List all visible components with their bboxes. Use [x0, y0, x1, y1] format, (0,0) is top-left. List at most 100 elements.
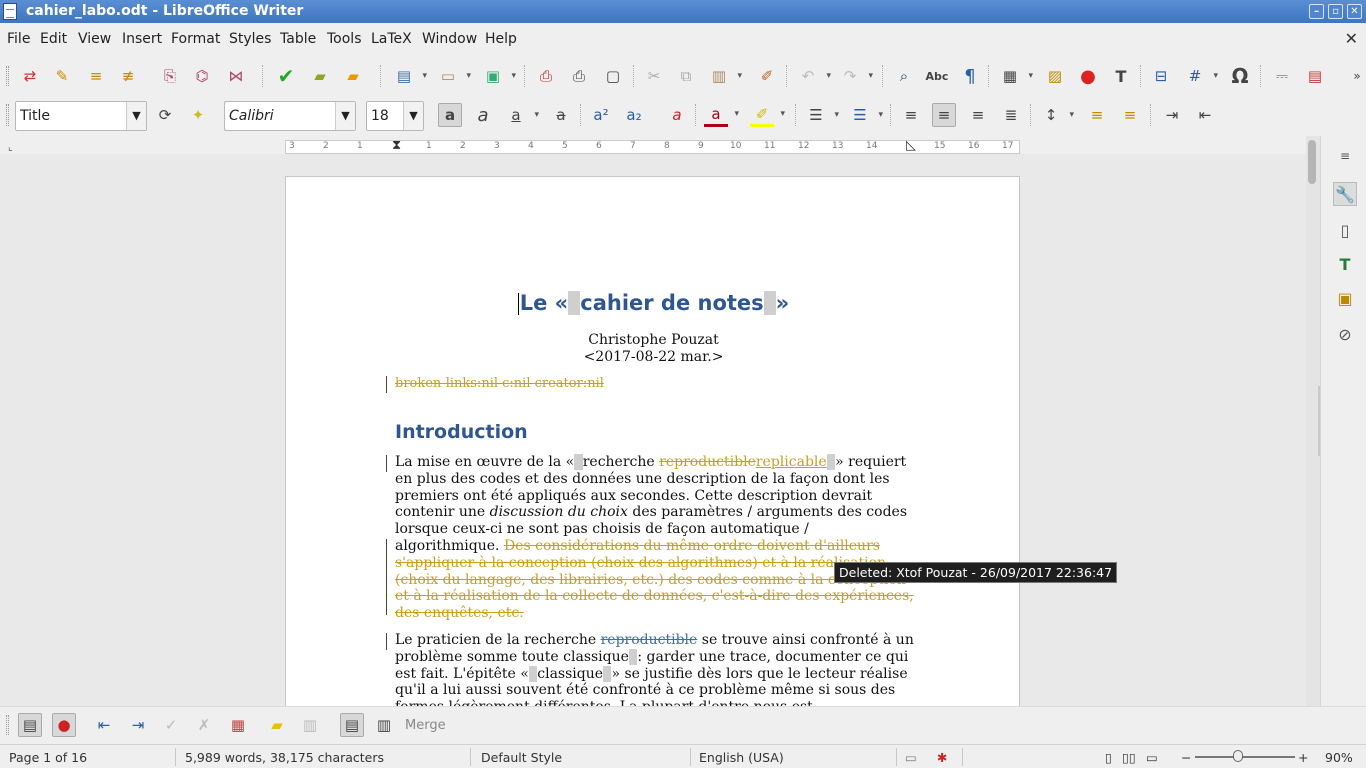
menu-table[interactable]: Table [280, 31, 316, 47]
font-name-combo[interactable]: Calibri ▼ [224, 101, 356, 131]
open-folder-icon[interactable]: ▭ [436, 64, 471, 88]
font-color-icon[interactable]: a [704, 103, 739, 127]
accept-all-icon[interactable]: ✔ [274, 64, 298, 88]
zoom-out-icon[interactable]: − [1181, 750, 1191, 765]
footnote-icon[interactable]: ▤ [1303, 64, 1327, 88]
manage-changes-icon[interactable]: ▦ [226, 713, 250, 737]
accept-change-icon[interactable]: ✓ [159, 713, 183, 737]
navigator-icon[interactable]: ⊘ [1333, 322, 1357, 346]
clone-formatting-icon[interactable]: ✐ [755, 64, 779, 88]
highlight-orange-icon[interactable]: ▰ [341, 64, 365, 88]
heading-introduction[interactable]: Introduction [395, 421, 528, 443]
print-icon[interactable]: ⎙ [567, 64, 591, 88]
increase-indent-icon[interactable]: ⇥ [1160, 103, 1184, 127]
single-page-view-icon[interactable]: ▯ [1105, 750, 1112, 765]
align-right-icon[interactable]: ≡ [966, 103, 990, 127]
comment-changes-icon[interactable]: ⋈ [224, 64, 248, 88]
menu-format[interactable]: Format [171, 31, 220, 47]
justify-icon[interactable]: ≣ [999, 103, 1023, 127]
reject-change-icon[interactable]: ≢ [116, 64, 140, 88]
font-size-combo[interactable]: 18 ▼ [366, 101, 424, 131]
deleted-metadata-line[interactable]: broken-links:nil c:nil creator:nil [395, 376, 604, 391]
toolbar-grip[interactable] [6, 715, 9, 735]
increase-paragraph-spacing-icon[interactable]: ≡ [1085, 103, 1109, 127]
next-change-icon[interactable]: ⇥ [126, 713, 150, 737]
undo-icon[interactable]: ↶ [796, 64, 831, 88]
special-character-icon[interactable]: Ω [1228, 64, 1252, 88]
new-style-icon[interactable]: ✦ [186, 103, 210, 127]
numbered-list-icon[interactable]: ☰ [848, 103, 883, 127]
selection-mode-icon[interactable]: ▭ [905, 750, 917, 765]
cut-icon[interactable]: ✂ [642, 64, 666, 88]
insert-textbox-icon[interactable]: T [1109, 64, 1133, 88]
zoom-level[interactable]: 90% [1325, 750, 1353, 765]
minimize-button[interactable]: – [1309, 4, 1324, 19]
toolbar-grip[interactable] [6, 66, 9, 86]
insert-chart-icon[interactable]: ● [1076, 64, 1100, 88]
word-count[interactable]: 5,989 words, 38,175 characters [185, 750, 384, 765]
chevron-down-icon[interactable]: ▼ [126, 102, 146, 130]
scrollbar-thumb[interactable] [1308, 140, 1316, 184]
right-indent-marker-icon[interactable]: ◺ [906, 138, 916, 153]
styles-icon[interactable]: T [1333, 252, 1357, 276]
previous-change-icon[interactable]: ⇤ [92, 713, 116, 737]
accept-change-icon[interactable]: ≡ [84, 64, 108, 88]
highlight-color-icon[interactable]: ✐ [750, 103, 785, 127]
reject-change-icon[interactable]: ✗ [192, 713, 216, 737]
subscript-icon[interactable]: a₂ [622, 103, 646, 127]
zoom-slider-handle[interactable] [1233, 750, 1243, 762]
clear-formatting-icon[interactable]: a [665, 103, 689, 127]
menu-latex[interactable]: LaTeX [371, 31, 412, 47]
align-center-icon[interactable]: ≡ [932, 103, 956, 127]
deleted-text[interactable]: reproductible [659, 454, 756, 470]
merge-button[interactable]: Merge [405, 718, 446, 733]
protect-changes-icon[interactable]: ⌬ [190, 64, 214, 88]
paragraph-2[interactable]: Le praticien de la recherche reproductib… [395, 632, 915, 706]
menu-edit[interactable]: Edit [40, 31, 67, 47]
spelling-icon[interactable]: Abc [925, 64, 949, 88]
export-pdf-icon[interactable]: ⎙ [534, 64, 558, 88]
more-tools-icon[interactable]: » [1345, 64, 1366, 88]
line-spacing-icon[interactable]: ↕ [1039, 103, 1074, 127]
properties-icon[interactable]: 🔧 [1333, 182, 1357, 206]
paragraph-1[interactable]: La mise en œuvre de la «· recherche repro… [395, 454, 915, 622]
zoom-in-icon[interactable]: + [1298, 750, 1308, 765]
save-icon[interactable]: ▣ [481, 64, 516, 88]
page-style[interactable]: Default Style [481, 750, 562, 765]
menu-help[interactable]: Help [485, 31, 517, 47]
insert-field-icon[interactable]: # [1183, 64, 1218, 88]
indent-marker-icon[interactable]: ⧗ [392, 138, 401, 153]
insert-image-icon[interactable]: ▨ [1043, 64, 1067, 88]
edit-changes-icon[interactable]: ✎ [50, 64, 74, 88]
toolbar-grip[interactable] [6, 104, 9, 126]
highlight-green-icon[interactable]: ▰ [308, 64, 332, 88]
protect-changes-icon[interactable]: ▤ [340, 713, 364, 737]
italic-icon[interactable]: a [471, 103, 495, 127]
decrease-paragraph-spacing-icon[interactable]: ≡ [1118, 103, 1142, 127]
document-page[interactable]: Le «·cahier de notes·» Christophe Pouzat… [285, 176, 1020, 706]
multi-page-view-icon[interactable]: ▯▯ [1122, 750, 1136, 765]
new-document-icon[interactable]: ▤ [392, 64, 427, 88]
gallery-icon[interactable]: ▣ [1333, 286, 1357, 310]
insert-table-icon[interactable]: ▦ [998, 64, 1033, 88]
show-changes-icon[interactable]: ▤ [18, 713, 42, 737]
insert-track-comment-icon[interactable]: ▥ [298, 713, 322, 737]
document-title[interactable]: Le «·cahier de notes·» [286, 291, 1021, 315]
chevron-down-icon[interactable]: ▼ [335, 102, 355, 130]
update-style-icon[interactable]: ⟳ [153, 103, 177, 127]
paragraph-style-combo[interactable]: Title ▼ [15, 101, 147, 131]
record-changes-icon[interactable]: ● [52, 713, 76, 737]
document-author[interactable]: Christophe Pouzat [286, 332, 1021, 348]
print-preview-icon[interactable]: ▢ [601, 64, 625, 88]
inserted-text[interactable]: replicable [756, 454, 827, 470]
redo-icon[interactable]: ↷ [838, 64, 873, 88]
page-count[interactable]: Page 1 of 16 [9, 750, 87, 765]
strikethrough-icon[interactable]: a [549, 103, 573, 127]
comment-icon[interactable]: ▰ [265, 713, 289, 737]
menu-insert[interactable]: Insert [122, 31, 162, 47]
text-language[interactable]: English (USA) [699, 750, 784, 765]
book-view-icon[interactable]: ▭ [1146, 750, 1158, 765]
close-window-button[interactable]: ✕ [1347, 4, 1362, 19]
bold-icon[interactable]: a [438, 103, 462, 127]
decrease-indent-icon[interactable]: ⇤ [1193, 103, 1217, 127]
